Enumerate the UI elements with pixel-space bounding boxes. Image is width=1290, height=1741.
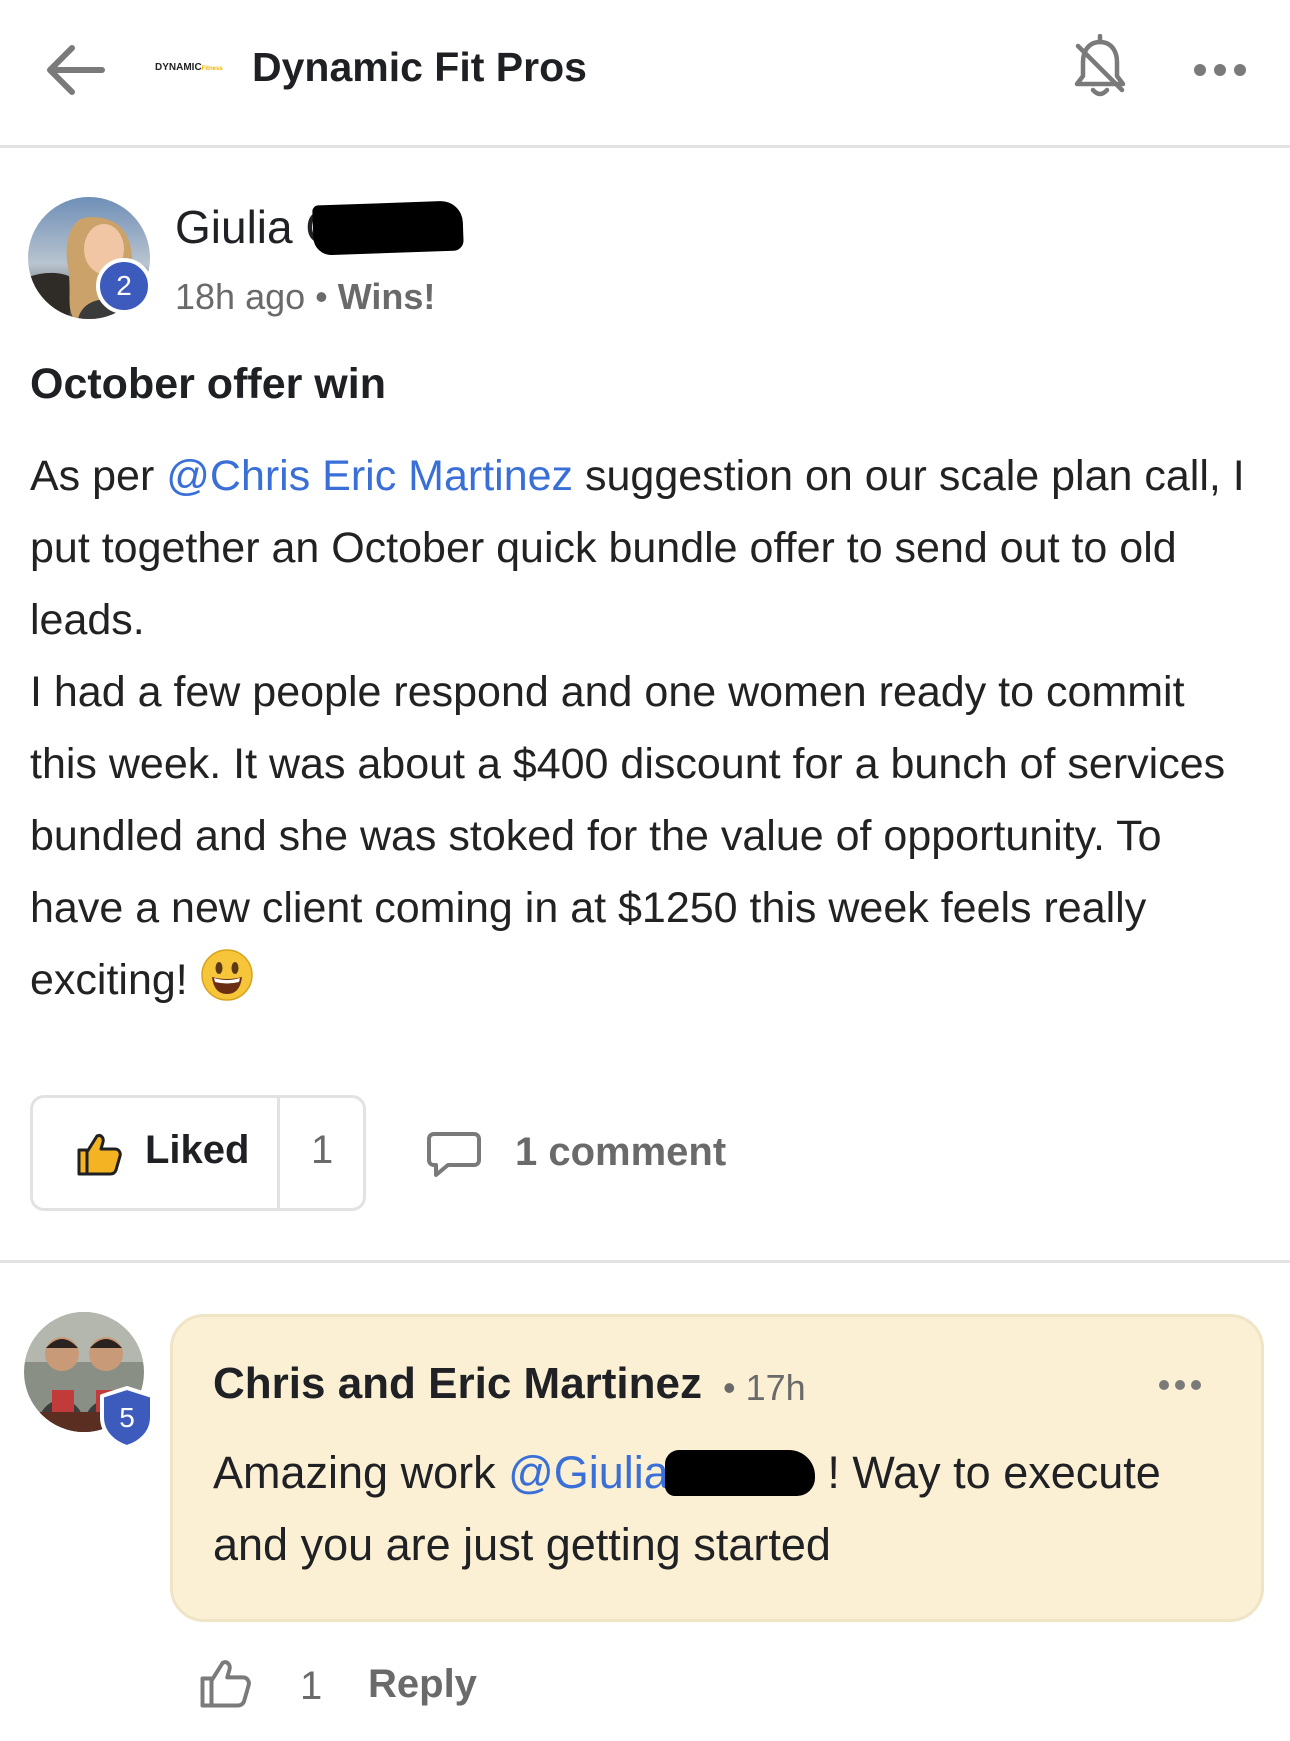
mention-link[interactable]: @Chris Eric Martinez <box>166 452 573 500</box>
comment-card: Chris and Eric Martinez • 17h Amazing wo… <box>170 1314 1264 1622</box>
logo-sub: Fitness <box>201 66 223 72</box>
comment-bubble-icon <box>427 1132 481 1177</box>
bell-off-icon[interactable] <box>1070 34 1130 100</box>
separator-dot: • <box>723 1367 746 1408</box>
like-count[interactable]: 1 <box>311 1128 333 1173</box>
commenter-level: 5 <box>119 1402 135 1433</box>
more-options-icon[interactable] <box>1190 52 1250 88</box>
thumbs-up-icon <box>77 1134 122 1176</box>
level-shield-badge-icon: 5 <box>100 1386 154 1449</box>
comment-more-options-icon[interactable] <box>1156 1373 1204 1397</box>
group-logo: DYNAMICFitness <box>155 62 223 73</box>
separator-dot: • <box>315 276 328 317</box>
liked-label: Liked <box>145 1128 250 1172</box>
redaction-mark <box>312 200 464 256</box>
post-title: October offer win <box>30 360 386 408</box>
logo-text: DYNAMIC <box>155 62 202 73</box>
back-arrow-icon[interactable] <box>40 40 110 100</box>
divider <box>0 1260 1290 1263</box>
comment-meta: • 17h <box>723 1367 806 1409</box>
like-button[interactable]: Liked <box>33 1098 280 1208</box>
post-body: As per @Chris Eric Martinez suggestion o… <box>30 440 1260 1016</box>
comment-like-count: 1 <box>300 1664 323 1708</box>
comment-author-name[interactable]: Chris and Eric Martinez <box>213 1359 702 1409</box>
post-text: As per <box>30 452 167 500</box>
reply-button[interactable]: Reply <box>368 1662 477 1707</box>
level-badge: 2 <box>96 258 152 314</box>
post-time: 18h ago <box>175 276 306 317</box>
post-paragraph: I had a few people respond and one women… <box>30 656 1260 1016</box>
comment-text: Amazing work <box>213 1447 509 1498</box>
comment-body: Amazing work @Giulia ! Way to execute an… <box>213 1437 1213 1581</box>
post-paragraph: As per @Chris Eric Martinez suggestion o… <box>30 440 1260 656</box>
redaction-mark <box>664 1450 815 1496</box>
post-category[interactable]: Wins! <box>338 276 436 317</box>
group-title: Dynamic Fit Pros <box>252 44 587 90</box>
comment-time: 17h <box>745 1367 806 1408</box>
top-bar: DYNAMICFitness Dynamic Fit Pros <box>0 0 1290 148</box>
comment-like-thumbs-up-icon[interactable] <box>198 1656 252 1710</box>
mention-link[interactable]: @Giulia <box>508 1447 669 1498</box>
comment-count-label: 1 comment <box>515 1130 727 1174</box>
post-meta: 18h ago • Wins! <box>175 276 435 318</box>
comments-button[interactable]: 1 comment <box>420 1128 800 1184</box>
like-control: Liked 1 <box>30 1095 366 1211</box>
grinning-face-emoji-icon <box>201 949 253 1001</box>
